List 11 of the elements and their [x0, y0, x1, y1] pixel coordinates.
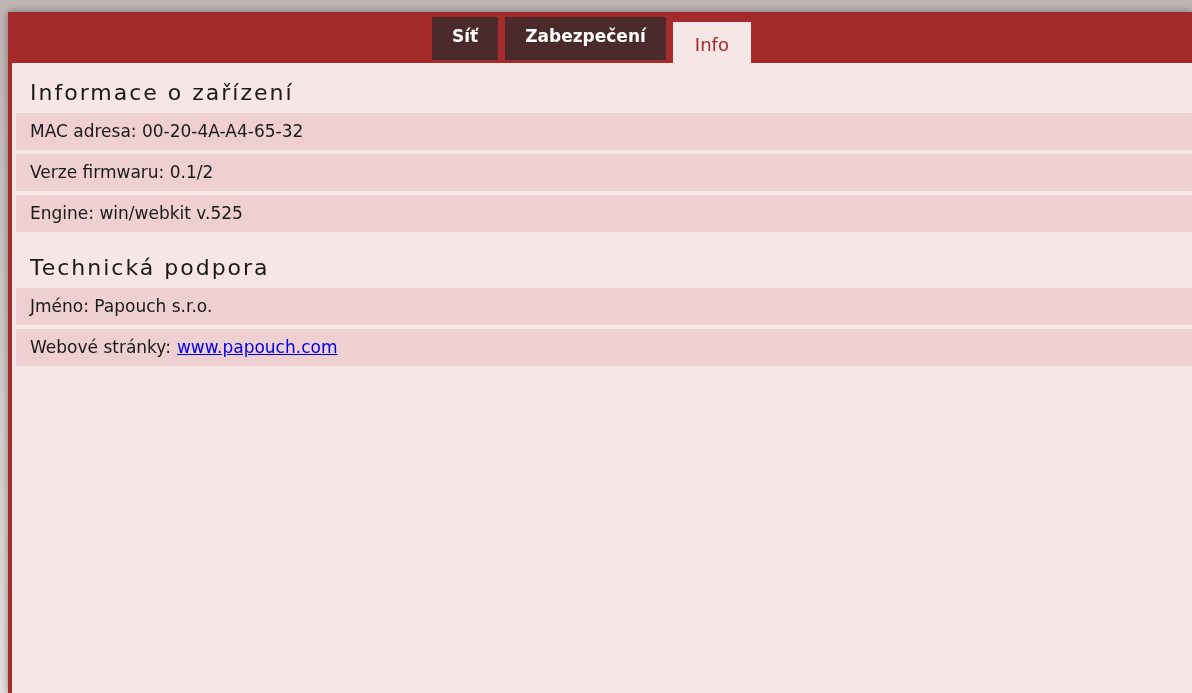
info-text: Engine: win/webkit v.525 — [30, 201, 243, 225]
info-text: MAC adresa: 00-20-4A-A4-65-32 — [30, 119, 304, 143]
tab[interactable]: Síť — [432, 17, 499, 60]
tab[interactable]: Info — [672, 22, 751, 63]
section-heading: Technická podpora — [29, 254, 271, 282]
info-text: Verze firmwaru: 0.1/2 — [30, 160, 214, 184]
tab[interactable]: Zabezpečení — [505, 17, 666, 60]
section-heading: Informace o zařízení — [29, 79, 295, 107]
website-link[interactable]: www.papouch.com — [176, 334, 338, 361]
info-text: Jméno: Papouch s.r.o. — [30, 294, 213, 318]
info-label: Webové stránky: — [30, 335, 171, 359]
